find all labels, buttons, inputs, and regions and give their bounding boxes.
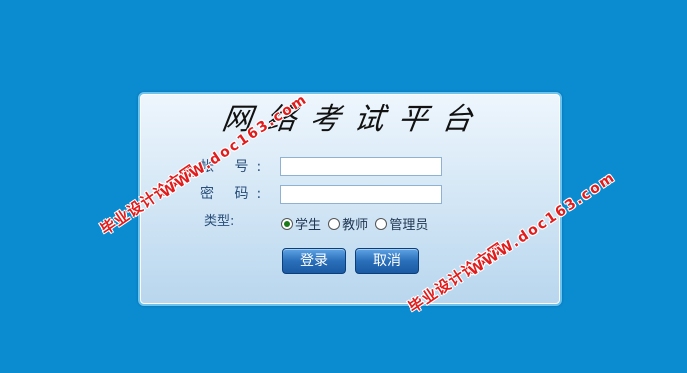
login-button[interactable]: 登录	[282, 248, 346, 274]
account-input[interactable]	[280, 157, 442, 176]
password-label: 密 码:	[200, 186, 270, 202]
radio-unchecked-icon[interactable]	[375, 218, 388, 230]
radio-checked-icon[interactable]	[281, 218, 293, 230]
password-input[interactable]	[280, 185, 442, 204]
role-option-teacher[interactable]: 教师	[328, 214, 368, 233]
radio-unchecked-icon[interactable]	[328, 218, 341, 230]
login-panel: 网络考试平台 帐 号: 密 码: 类型: 学生 教师 管理员 登录 取消	[138, 92, 562, 306]
type-label: 类型:	[204, 214, 235, 229]
role-teacher-label: 教师	[342, 218, 369, 233]
cancel-button[interactable]: 取消	[355, 248, 419, 274]
role-admin-label: 管理员	[389, 218, 429, 233]
role-option-student[interactable]: 学生	[281, 214, 321, 233]
role-student-label: 学生	[295, 218, 322, 233]
role-option-admin[interactable]: 管理员	[375, 214, 428, 233]
role-radio-group: 学生 教师 管理员	[281, 214, 431, 233]
